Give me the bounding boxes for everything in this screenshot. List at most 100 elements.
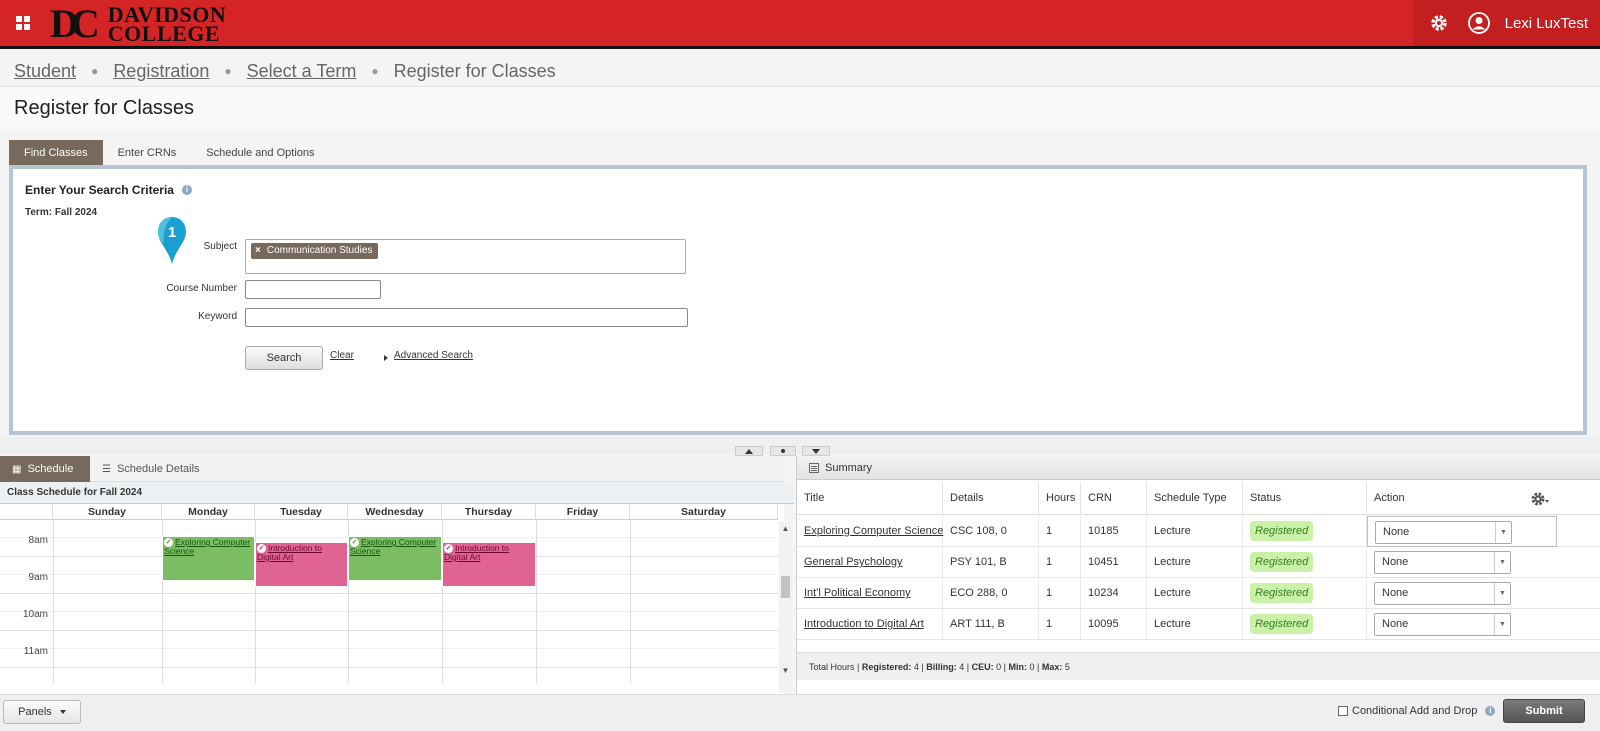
day-header-monday: Monday xyxy=(162,505,255,520)
schedule-event[interactable]: ✓ Introduction to Digital Art xyxy=(442,542,536,587)
collapse-up-icon[interactable] xyxy=(735,446,763,456)
tab-schedule[interactable]: ▦ Schedule xyxy=(0,456,90,482)
breadcrumb: Student ● Registration ● Select a Term ●… xyxy=(14,58,556,84)
summary-table-header: Title Details Hours CRN Schedule Type St… xyxy=(797,482,1600,515)
course-title-link[interactable]: Introduction to Digital Art xyxy=(804,618,924,630)
cell-hours: 1 xyxy=(1039,609,1081,640)
breadcrumb-select-term[interactable]: Select a Term xyxy=(247,61,357,82)
cell-schedule-type: Lecture xyxy=(1147,578,1243,609)
action-select[interactable]: None ▼ xyxy=(1374,613,1511,636)
scrollbar-thumb[interactable] xyxy=(781,576,790,598)
grid-line xyxy=(0,648,778,649)
column-header-title[interactable]: Title xyxy=(797,482,943,515)
registration-tabs: Find Classes Enter CRNs Schedule and Opt… xyxy=(9,140,330,165)
info-icon[interactable]: i xyxy=(181,185,192,195)
day-header-sunday: Sunday xyxy=(53,505,162,520)
expand-caret-icon xyxy=(384,355,388,361)
course-number-input[interactable] xyxy=(245,280,381,299)
table-row: Exploring Computer Science CSC 108, 0 1 … xyxy=(797,516,1600,547)
tab-schedule-options[interactable]: Schedule and Options xyxy=(191,140,329,165)
panels-button[interactable]: Panels xyxy=(3,700,81,724)
cell-details: ECO 288, 0 xyxy=(943,578,1039,609)
chevron-down-icon xyxy=(59,710,66,714)
apps-grid-icon[interactable] xyxy=(16,16,30,30)
action-select[interactable]: None ▼ xyxy=(1374,551,1511,574)
cell-title: Exploring Computer Science xyxy=(797,516,943,547)
grid-line xyxy=(0,593,778,594)
bottom-bar: Panels Conditional Add and Drop i Submit xyxy=(0,694,1600,731)
schedule-scrollbar[interactable]: ▲ ▼ xyxy=(779,521,792,693)
course-title-link[interactable]: Int'l Political Economy xyxy=(804,587,911,599)
user-name[interactable]: Lexi LuxTest xyxy=(1501,15,1600,32)
action-select-value: None xyxy=(1382,556,1409,568)
summary-footer: Total Hours | Registered: 4 | Billing: 4… xyxy=(797,652,1600,680)
time-label-10am: 10am xyxy=(22,609,48,620)
cell-hours: 1 xyxy=(1039,578,1081,609)
column-header-hours[interactable]: Hours xyxy=(1039,482,1081,515)
column-header-details[interactable]: Details xyxy=(943,482,1039,515)
column-header-action[interactable]: Action xyxy=(1367,482,1600,515)
schedule-event[interactable]: ✓ Exploring Computer Science xyxy=(348,536,442,581)
breadcrumb-registration[interactable]: Registration xyxy=(113,61,209,82)
settings-gear-icon[interactable] xyxy=(1421,0,1457,46)
collapse-down-icon[interactable] xyxy=(802,446,830,456)
summary-title: Summary xyxy=(825,461,873,474)
tab-find-classes[interactable]: Find Classes xyxy=(9,140,103,165)
logo-text: DAVIDSON COLLEGE xyxy=(108,4,227,45)
day-header-saturday: Saturday xyxy=(630,505,778,520)
breadcrumb-student[interactable]: Student xyxy=(14,61,76,82)
billing-hours: 4 xyxy=(959,662,965,672)
keyword-input[interactable] xyxy=(245,308,688,327)
table-row: General Psychology PSY 101, B 1 10451 Le… xyxy=(797,547,1600,578)
splitter-handle-icon[interactable] xyxy=(770,446,796,456)
search-button[interactable]: Search xyxy=(245,346,323,370)
tab-schedule-details[interactable]: ☰ Schedule Details xyxy=(90,456,212,482)
course-title-link[interactable]: General Psychology xyxy=(804,556,902,568)
action-select-value: None xyxy=(1382,587,1409,599)
column-header-status[interactable]: Status xyxy=(1243,482,1367,515)
college-logo[interactable]: DC DAVIDSON COLLEGE xyxy=(50,4,227,45)
advanced-search-link[interactable]: Advanced Search xyxy=(394,350,473,361)
keyword-label: Keyword xyxy=(198,311,237,322)
schedule-event[interactable]: ✓ Exploring Computer Science xyxy=(162,536,255,581)
column-header-schedule-type[interactable]: Schedule Type xyxy=(1147,482,1243,515)
cell-title: Int'l Political Economy xyxy=(797,578,943,609)
time-label-9am: 9am xyxy=(28,572,48,583)
cell-crn: 10451 xyxy=(1081,547,1147,578)
user-avatar-icon[interactable] xyxy=(1457,0,1501,46)
course-number-label: Course Number xyxy=(166,283,237,294)
registered-hours: 4 xyxy=(913,662,919,672)
breadcrumb-separator: ● xyxy=(224,64,232,78)
status-badge: Registered xyxy=(1250,583,1314,603)
day-header-wednesday: Wednesday xyxy=(348,505,442,520)
search-criteria-title: Enter Your Search Criteria xyxy=(25,183,174,197)
submit-button[interactable]: Submit xyxy=(1503,699,1585,723)
clear-link[interactable]: Clear xyxy=(330,350,354,361)
status-badge: Registered xyxy=(1250,614,1314,634)
cell-details: ART 111, B xyxy=(943,609,1039,640)
breadcrumb-current: Register for Classes xyxy=(393,60,556,81)
conditional-add-drop-label[interactable]: Conditional Add and Drop xyxy=(1352,705,1477,717)
cell-crn: 10095 xyxy=(1081,609,1147,640)
column-header-crn[interactable]: CRN xyxy=(1081,482,1147,515)
subject-multiselect[interactable]: × Communication Studies xyxy=(245,239,686,274)
cell-status: Registered xyxy=(1243,578,1367,609)
scroll-up-icon[interactable]: ▲ xyxy=(779,523,792,535)
cell-details: CSC 108, 0 xyxy=(943,516,1039,547)
cell-schedule-type: Lecture xyxy=(1147,516,1243,547)
info-icon[interactable]: i xyxy=(1485,706,1496,716)
cell-title: Introduction to Digital Art xyxy=(797,609,943,640)
remove-chip-icon[interactable]: × xyxy=(255,243,261,259)
conditional-add-drop-checkbox[interactable] xyxy=(1338,706,1348,716)
registered-label: Registered: xyxy=(861,662,912,672)
schedule-event[interactable]: ✓ Introduction to Digital Art xyxy=(255,542,348,587)
scroll-down-icon[interactable]: ▼ xyxy=(779,665,792,677)
header-user-area: Lexi LuxTest xyxy=(1412,0,1600,46)
course-title-link[interactable]: Exploring Computer Science xyxy=(804,525,943,537)
action-select[interactable]: None ▼ xyxy=(1374,582,1511,605)
table-settings-gear-icon[interactable] xyxy=(1530,490,1550,508)
ceu-label: CEU: xyxy=(971,662,994,672)
tab-enter-crns[interactable]: Enter CRNs xyxy=(103,140,192,165)
total-hours-label: Total Hours xyxy=(809,662,855,672)
action-select[interactable]: None ▼ xyxy=(1375,521,1512,544)
